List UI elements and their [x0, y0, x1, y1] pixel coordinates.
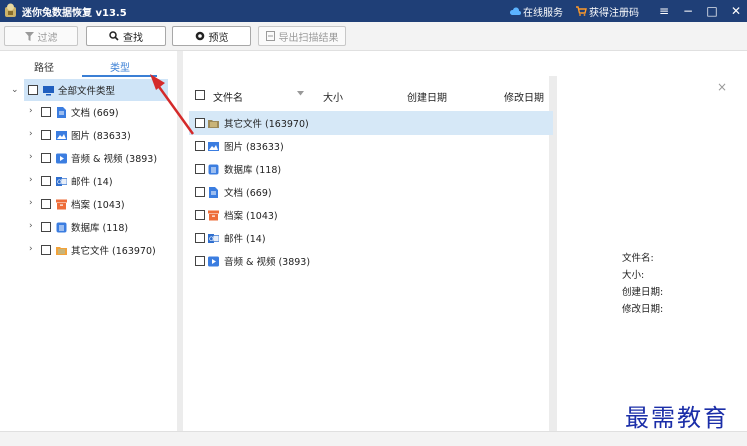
- annotation-arrow: [150, 74, 195, 135]
- status-bar: [0, 431, 747, 446]
- watermark: 最需教育: [625, 404, 729, 432]
